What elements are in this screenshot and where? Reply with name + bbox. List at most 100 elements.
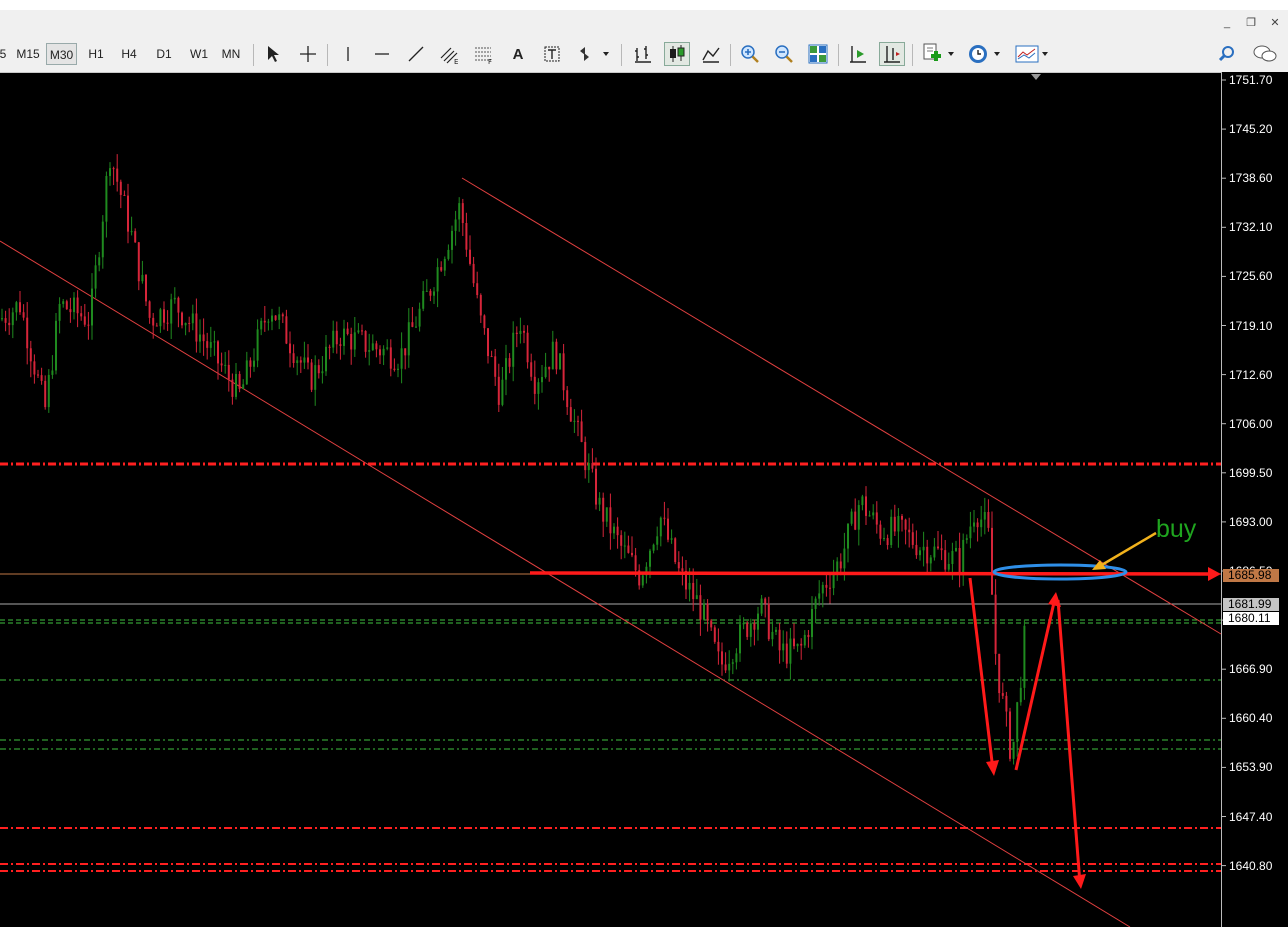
candle-body (969, 526, 972, 539)
auto-scroll-icon[interactable] (845, 42, 871, 66)
candle-body (983, 512, 986, 520)
candle-body (724, 664, 727, 671)
timeframe-m5[interactable]: 5 (0, 43, 12, 65)
candle-body (213, 341, 216, 343)
timeframe-w1[interactable]: W1 (184, 43, 214, 65)
candle-body (677, 562, 680, 569)
candle-body (73, 297, 75, 313)
close-icon[interactable]: ✕ (1266, 15, 1284, 31)
candle-body (533, 376, 536, 394)
price-tick-label: 1732.10 (1229, 220, 1273, 235)
zoom-out-icon[interactable] (771, 42, 797, 66)
candlestick-chart-icon[interactable] (664, 42, 690, 66)
toolbar-separator (621, 44, 622, 66)
bar-chart-icon[interactable] (630, 42, 656, 66)
candle-body (634, 555, 637, 571)
price-chart[interactable] (0, 72, 1288, 927)
candle-body (134, 231, 137, 243)
candle-body (703, 603, 705, 620)
templates-dropdown-icon[interactable] (1014, 42, 1052, 66)
chat-icon[interactable] (1252, 42, 1278, 66)
text-tool-icon[interactable]: A (505, 42, 531, 66)
candle-body (908, 529, 911, 533)
candle-body (440, 267, 443, 271)
timeframe-m15[interactable]: M15 (13, 43, 43, 65)
candle-body (109, 168, 111, 176)
candle-body (886, 538, 889, 546)
candle-body (465, 223, 468, 250)
horizontal-line-icon[interactable] (369, 42, 395, 66)
timeframe-h4[interactable]: H4 (114, 43, 144, 65)
candle-body (253, 360, 255, 367)
price-tick-label: 1660.40 (1229, 711, 1273, 726)
candle-body (436, 267, 439, 292)
candle-body (609, 507, 612, 534)
candle-body (199, 334, 201, 342)
chart-shift-icon[interactable] (879, 42, 905, 66)
candle-body (706, 603, 709, 621)
toolbar-separator (327, 44, 328, 66)
candle-body (155, 325, 158, 327)
candle-body (757, 613, 759, 630)
candle-body (371, 343, 374, 351)
candle-body (541, 377, 543, 383)
text-label-icon[interactable] (539, 42, 565, 66)
line-chart-icon[interactable] (698, 42, 724, 66)
tile-windows-icon[interactable] (805, 42, 831, 66)
candle-body (818, 593, 821, 599)
trendline-icon[interactable] (403, 42, 429, 66)
candle-body (375, 343, 378, 350)
candle-body (825, 584, 828, 588)
candle-body (587, 463, 590, 471)
candle-body (325, 346, 327, 372)
minimize-icon[interactable]: _ (1218, 15, 1236, 31)
fibonacci-icon[interactable]: F (471, 42, 497, 66)
candle-body (339, 344, 342, 346)
restore-icon[interactable]: ❐ (1242, 15, 1260, 31)
bid-price-tag: 1680.11 (1223, 612, 1279, 625)
candle-body (55, 320, 57, 371)
candle-body (404, 348, 407, 356)
candle-body (141, 274, 144, 282)
candle-body (955, 547, 957, 551)
timeframe-d1[interactable]: D1 (149, 43, 179, 65)
candle-body (875, 512, 878, 525)
candle-body (515, 332, 518, 335)
vertical-line-icon[interactable] (335, 42, 361, 66)
cursor-icon[interactable] (260, 42, 286, 66)
candle-body (483, 315, 486, 329)
candle-body (44, 380, 47, 408)
candle-body (152, 317, 155, 326)
candle-body (195, 313, 198, 342)
crosshair-icon[interactable] (295, 42, 321, 66)
candle-body (512, 332, 515, 367)
candle-body (267, 321, 270, 323)
candle-body (897, 515, 900, 532)
candle-body (37, 374, 39, 376)
zoom-in-icon[interactable] (737, 42, 763, 66)
arrows-dropdown-icon[interactable] (576, 42, 612, 66)
candle-body (137, 242, 140, 282)
timeframe-m30[interactable]: M30 (46, 43, 77, 65)
indicators-dropdown-icon[interactable] (920, 42, 958, 66)
candle-body (929, 557, 932, 564)
equidistant-channel-icon[interactable]: E (437, 42, 463, 66)
candle-body (202, 334, 205, 342)
candle-body (116, 168, 119, 182)
timeframe-h1[interactable]: H1 (82, 43, 110, 65)
candle-body (303, 357, 306, 363)
candle-body (148, 301, 151, 318)
candle-body (47, 374, 50, 408)
periods-clock-dropdown-icon[interactable] (966, 42, 1004, 66)
candle-body (922, 546, 925, 551)
candle-body (447, 249, 450, 259)
candle-body (656, 536, 659, 545)
candle-body (8, 322, 11, 326)
projection-arrow-up (1014, 597, 1057, 771)
candle-body (332, 330, 335, 348)
candle-body (101, 221, 104, 258)
timeframe-mn[interactable]: MN (216, 43, 246, 65)
candle-body (793, 638, 795, 647)
candle-body (256, 329, 259, 361)
search-icon[interactable] (1214, 42, 1240, 66)
